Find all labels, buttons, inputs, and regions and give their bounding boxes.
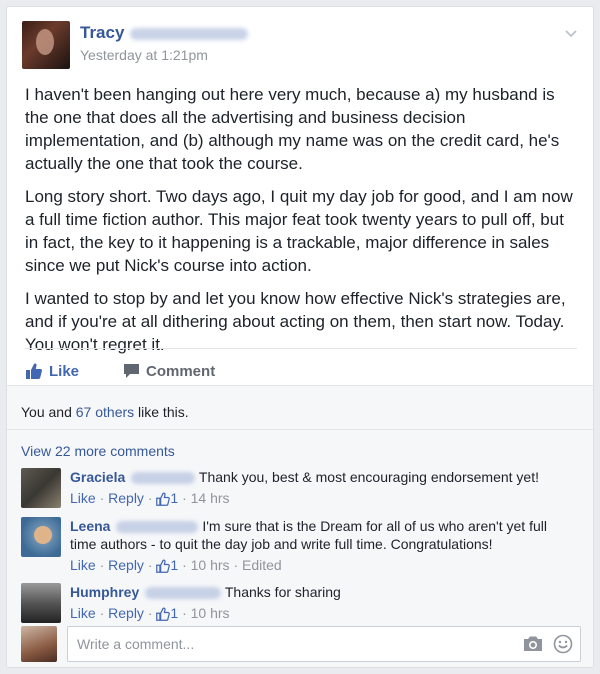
smiley-icon[interactable] (553, 634, 573, 654)
likes-others-link[interactable]: 67 others (76, 404, 134, 420)
comment-body: Humphrey Thanks for sharing Like · Reply… (70, 583, 575, 622)
comment-time[interactable]: 10 hrs (191, 605, 230, 621)
thumbs-up-icon (156, 607, 171, 621)
comment-text: Thank you, best & most encouraging endor… (198, 469, 539, 485)
current-user-avatar[interactable] (21, 626, 57, 662)
commenter-avatar[interactable] (21, 468, 61, 508)
post-header: Tracy Yesterday at 1:21pm (7, 7, 593, 69)
comment-like-count[interactable]: 1 (170, 490, 178, 506)
comment-meta: Like · Reply · 1 · 10 hrs · Edited (70, 557, 282, 573)
comment-like-count[interactable]: 1 (170, 557, 178, 573)
likes-prefix: You and (21, 404, 72, 420)
divider (7, 429, 593, 430)
chevron-down-icon[interactable] (563, 25, 579, 41)
like-label: Like (49, 362, 80, 380)
post-paragraph: I wanted to stop by and let you know how… (25, 289, 566, 354)
post-text: I haven't been hanging out here very muc… (7, 69, 593, 356)
comment-reply-link[interactable]: Reply (108, 557, 144, 573)
likes-suffix: like this. (138, 404, 189, 420)
comment-time[interactable]: 10 hrs (191, 557, 230, 573)
view-more-comments-link[interactable]: View 22 more comments (21, 443, 175, 459)
camera-icon[interactable] (523, 635, 543, 652)
comments-section: You and 67 others like this. View 22 mor… (7, 385, 593, 667)
commenter-name[interactable]: Humphrey (70, 584, 222, 600)
comment-like-link[interactable]: Like (70, 605, 96, 621)
author-first-name[interactable]: Tracy (80, 23, 124, 42)
author-avatar[interactable] (22, 21, 70, 69)
likes-summary: You and 67 others like this. (21, 404, 189, 420)
comment-label: Comment (146, 362, 216, 380)
comment-like-count[interactable]: 1 (170, 605, 178, 621)
thumbs-up-icon (26, 363, 42, 379)
comment-composer (21, 626, 581, 662)
commenter-avatar[interactable] (21, 517, 61, 557)
commenter-name[interactable]: Leena (70, 518, 199, 534)
post-paragraph: I haven't been hanging out here very muc… (25, 85, 560, 173)
comment-reply-link[interactable]: Reply (108, 490, 144, 506)
comment-reply-link[interactable]: Reply (108, 605, 144, 621)
blurred-surname (145, 587, 222, 600)
blurred-surname (131, 472, 196, 485)
comment-body: Leena I'm sure that is the Dream for all… (70, 517, 575, 574)
post-paragraph: Long story short. Two days ago, I quit m… (25, 187, 573, 275)
speech-bubble-icon (124, 364, 140, 378)
comment-meta: Like · Reply · 1 · 10 hrs (70, 605, 230, 621)
comment-input[interactable] (67, 626, 581, 662)
comment-body: Graciela Thank you, best & most encourag… (70, 468, 575, 507)
comment-text: Thanks for sharing (224, 584, 341, 600)
comment-meta: Like · Reply · 1 · 14 hrs (70, 490, 230, 506)
blurred-surname (130, 27, 249, 40)
commenter-name[interactable]: Graciela (70, 469, 196, 485)
post-card: Tracy Yesterday at 1:21pm I haven't been… (6, 6, 594, 668)
comment-edited-label[interactable]: Edited (242, 557, 282, 573)
comment-like-link[interactable]: Like (70, 557, 96, 573)
thumbs-up-icon (156, 559, 171, 573)
author-name[interactable]: Tracy (80, 23, 249, 43)
post-timestamp[interactable]: Yesterday at 1:21pm (80, 47, 208, 63)
blurred-surname (116, 521, 199, 534)
commenter-avatar[interactable] (21, 583, 61, 623)
thumbs-up-icon (156, 492, 171, 506)
comment-time[interactable]: 14 hrs (191, 490, 230, 506)
comment-button[interactable]: Comment (123, 363, 215, 380)
comment-like-link[interactable]: Like (70, 490, 96, 506)
like-button[interactable]: Like (25, 362, 79, 380)
